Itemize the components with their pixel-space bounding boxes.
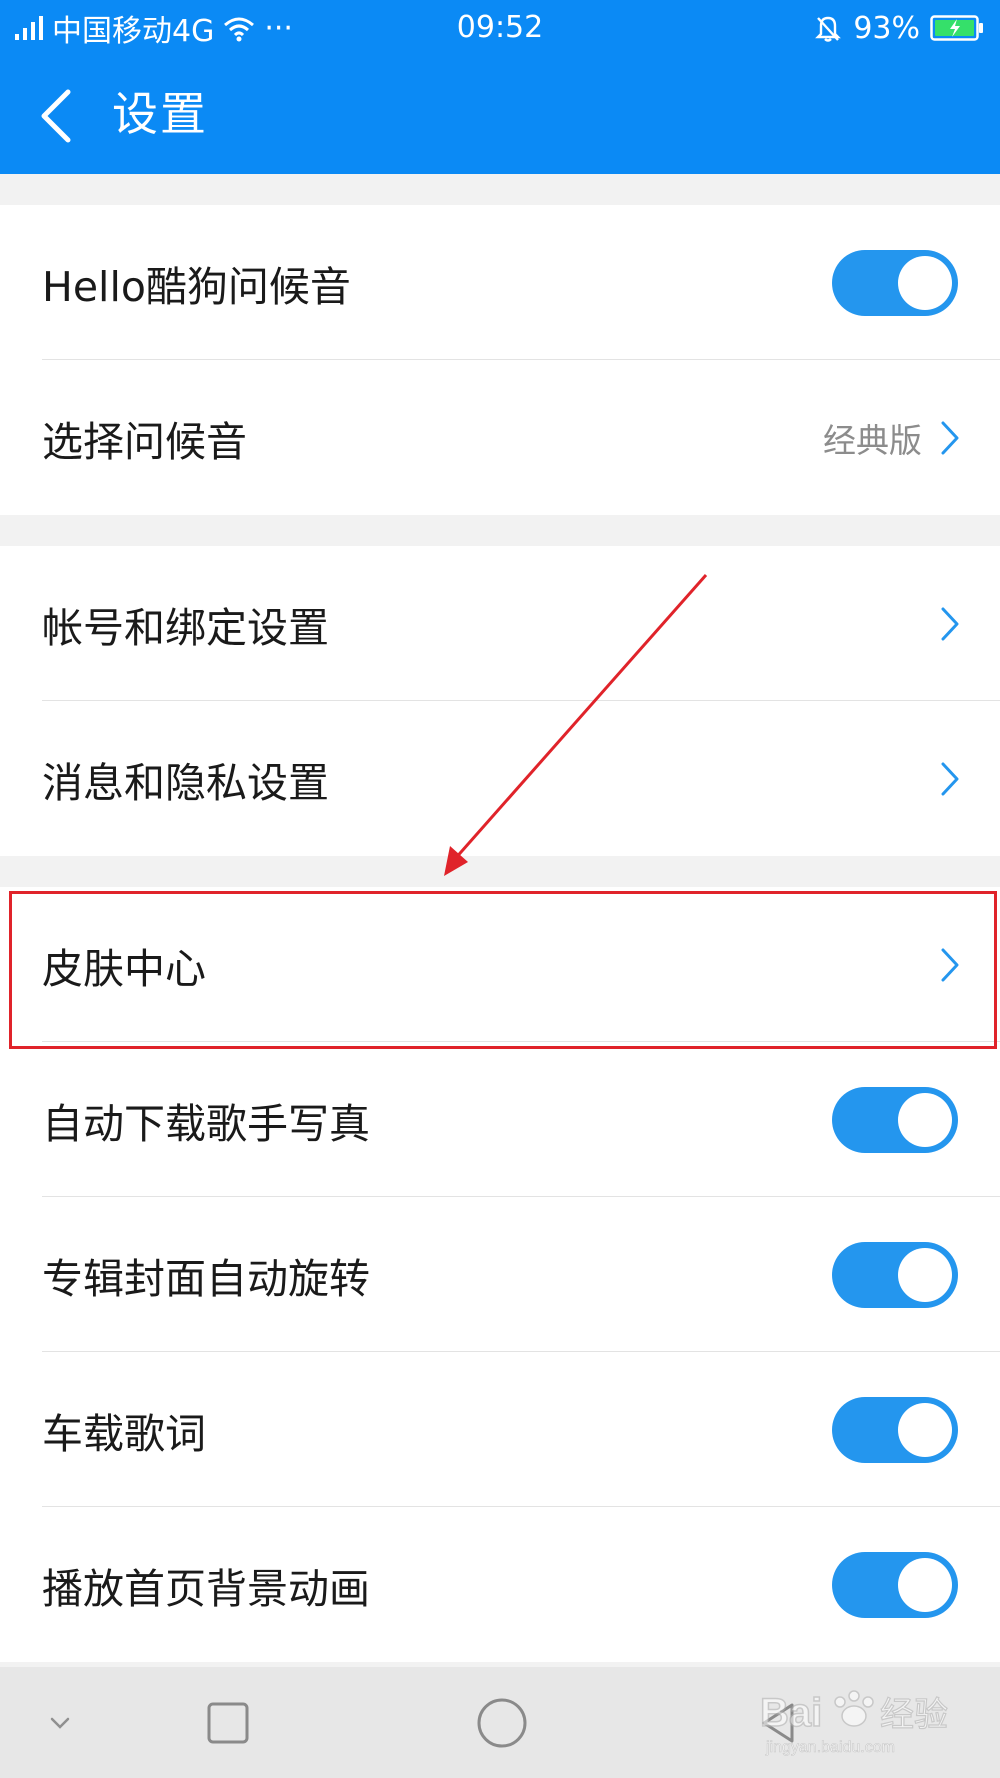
- setting-label: 播放首页背景动画: [42, 1564, 370, 1613]
- settings-group-greeting: Hello酷狗问候音 选择问候音 经典版: [0, 205, 1000, 515]
- wm-brand2: 经验: [880, 1695, 948, 1735]
- setting-hello-greeting[interactable]: Hello酷狗问候音: [0, 205, 1000, 360]
- toggle-knob: [898, 1247, 952, 1302]
- toggle-knob: [898, 255, 952, 310]
- chevron-right-icon: [941, 421, 959, 454]
- setting-label: 自动下载歌手写真: [42, 1099, 370, 1148]
- auto-download-toggle[interactable]: [832, 1086, 958, 1153]
- square-icon: [207, 1702, 249, 1743]
- setting-label: 消息和隐私设置: [42, 758, 329, 807]
- baidu-paw-logo: Bai 经验 jingyan.baidu.com: [759, 1690, 949, 1756]
- page-title: 设置: [112, 87, 208, 141]
- toggle-knob: [898, 1402, 952, 1457]
- chevron-right-icon: [941, 607, 959, 640]
- baidu-watermark: Bai 经验 jingyan.baidu.com: [756, 1680, 986, 1760]
- toggle-knob: [898, 1092, 952, 1147]
- highlight-box: [9, 891, 997, 1049]
- setting-auto-download-artist-photo[interactable]: 自动下载歌手写真: [0, 1042, 1000, 1197]
- wm-brand: Bai: [760, 1691, 822, 1735]
- nav-recents-button[interactable]: [198, 1667, 258, 1778]
- setting-label: 选择问候音: [42, 417, 247, 466]
- back-arrow-icon: [41, 89, 71, 143]
- settings-group-account: 帐号和绑定设置 消息和隐私设置: [0, 546, 1000, 856]
- back-button[interactable]: [32, 84, 92, 144]
- setting-label: 车载歌词: [42, 1409, 206, 1458]
- nav-home-button[interactable]: [470, 1667, 534, 1778]
- wm-url: jingyan.baidu.com: [765, 1739, 895, 1756]
- status-right: 93%: [813, 8, 984, 48]
- chevron-right-icon: [941, 762, 959, 795]
- setting-label: 帐号和绑定设置: [42, 603, 329, 652]
- bell-muted-icon: [815, 16, 842, 42]
- battery-percent: 93%: [853, 10, 920, 46]
- setting-car-lyrics[interactable]: 车载歌词: [0, 1352, 1000, 1507]
- battery-charging-icon: [930, 15, 983, 41]
- setting-account-binding[interactable]: 帐号和绑定设置: [0, 546, 1000, 701]
- circle-icon: [477, 1698, 527, 1747]
- car-lyrics-toggle[interactable]: [832, 1396, 958, 1463]
- setting-album-cover-rotate[interactable]: 专辑封面自动旋转: [0, 1197, 1000, 1352]
- bg-animation-toggle[interactable]: [832, 1551, 958, 1618]
- setting-label: 专辑封面自动旋转: [42, 1254, 370, 1303]
- setting-value: 经典版: [823, 420, 922, 460]
- toggle-knob: [898, 1557, 952, 1612]
- nav-collapse-button[interactable]: [30, 1667, 90, 1778]
- app-bar: 设置: [0, 54, 1000, 174]
- chevron-down-icon: [50, 1717, 70, 1729]
- setting-choose-greeting[interactable]: 选择问候音 经典版: [0, 360, 1000, 515]
- setting-label: Hello酷狗问候音: [42, 262, 351, 311]
- hello-greeting-toggle[interactable]: [832, 249, 958, 316]
- album-rotate-toggle[interactable]: [832, 1241, 958, 1308]
- setting-home-bg-animation[interactable]: 播放首页背景动画: [0, 1507, 1000, 1662]
- status-bar: 中国移动4G ··· 09:52 93%: [0, 0, 1000, 54]
- setting-message-privacy[interactable]: 消息和隐私设置: [0, 701, 1000, 856]
